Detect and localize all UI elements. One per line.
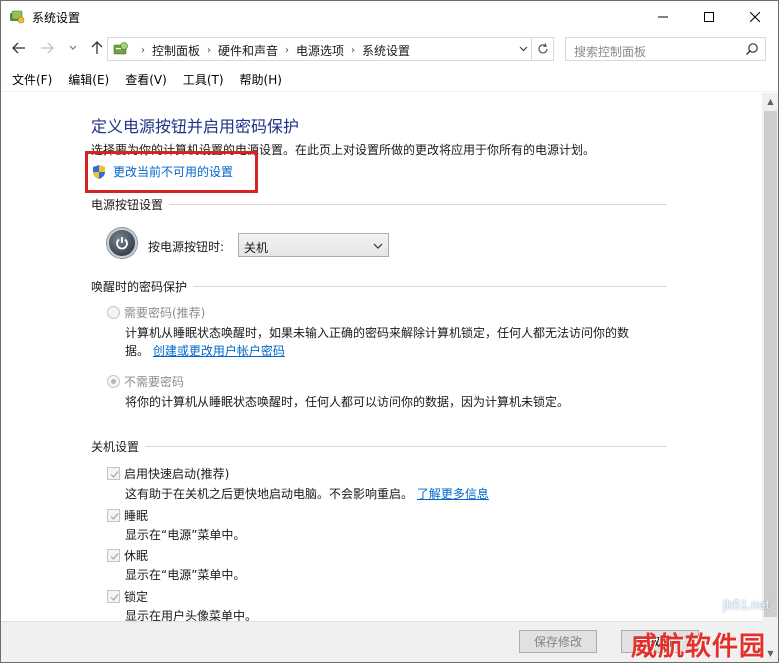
menu-help[interactable]: 帮助(H) — [234, 71, 288, 88]
address-dropdown-button[interactable] — [515, 41, 531, 57]
page-title: 定义电源按钮并启用密码保护 — [91, 117, 300, 136]
breadcrumb-system-settings[interactable]: 系统设置 — [362, 42, 410, 59]
brand-watermark: 威航软件园 — [631, 632, 767, 662]
up-button[interactable] — [87, 38, 107, 58]
arrow-left-icon — [12, 42, 25, 54]
menu-bar: 文件(F) 编辑(E) 查看(V) 工具(T) 帮助(H) — [1, 68, 778, 92]
chevron-down-icon — [69, 45, 77, 50]
chevron-right-icon[interactable]: › — [285, 45, 289, 56]
system-settings-window: 系统设置 › 控制面板 › 硬件和声音 › 电源选项 › 系统设置 搜索控制面板… — [0, 0, 779, 663]
shutdown-settings-group-label: 关机设置 — [91, 440, 140, 454]
breadcrumb-hardware-sound[interactable]: 硬件和声音 — [218, 42, 278, 59]
highlight-annotation — [85, 151, 258, 193]
hibernate-label: 休眠 — [124, 549, 149, 563]
close-icon — [750, 11, 760, 22]
lock-option: 锁定 — [107, 588, 148, 605]
power-button-group-label: 电源按钮设置 — [91, 198, 164, 212]
lock-checkbox — [107, 590, 120, 603]
maximize-button[interactable] — [686, 1, 732, 32]
menu-tools[interactable]: 工具(T) — [177, 71, 230, 88]
no-password-option: 不需要密码 — [107, 373, 184, 390]
breadcrumb-control-panel[interactable]: 控制面板 — [152, 42, 200, 59]
window-title: 系统设置 — [32, 11, 81, 25]
breadcrumb: › 控制面板 › 硬件和声音 › 电源选项 › 系统设置 — [134, 42, 410, 59]
group-divider — [193, 286, 667, 287]
chevron-right-icon: › — [141, 45, 145, 56]
refresh-button[interactable] — [531, 38, 554, 60]
power-button-icon — [107, 228, 137, 258]
sleep-desc: 显示在“电源”菜单中。 — [125, 528, 246, 542]
fast-startup-checkbox — [107, 467, 120, 480]
power-button-group-header: 电源按钮设置 — [91, 196, 667, 213]
require-password-label: 需要密码(推荐) — [124, 306, 206, 320]
scroll-up-button[interactable]: ▲ — [762, 93, 778, 110]
power-button-action-label: 按电源按钮时: — [148, 240, 225, 254]
fast-startup-option: 启用快速启动(推荐) — [107, 465, 229, 482]
search-icon[interactable] — [745, 42, 759, 56]
forward-button[interactable] — [37, 38, 57, 58]
control-panel-icon — [113, 42, 128, 55]
wake-password-group-label: 唤醒时的密码保护 — [91, 280, 188, 294]
minimize-icon — [658, 16, 668, 17]
no-password-radio — [107, 375, 120, 388]
fast-startup-desc: 这有助于在关机之后更快地启动电脑。不会影响重启。 了解更多信息 — [125, 485, 489, 502]
checkmark-icon — [110, 513, 119, 521]
power-symbol-icon — [116, 237, 128, 250]
fast-startup-desc-text: 这有助于在关机之后更快地启动电脑。不会影响重启。 — [125, 487, 414, 501]
hibernate-option: 休眠 — [107, 547, 148, 564]
search-box[interactable]: 搜索控制面板 — [565, 37, 766, 61]
hibernate-desc: 显示在“电源”菜单中。 — [125, 568, 246, 582]
no-password-desc: 将你的计算机从睡眠状态唤醒时，任何人都可以访问你的数据，因为计算机未锁定。 — [125, 395, 570, 409]
change-account-password-link[interactable]: 创建或更改用户帐户密码 — [153, 344, 285, 358]
menu-edit[interactable]: 编辑(E) — [62, 71, 115, 88]
chevron-right-icon[interactable]: › — [207, 45, 211, 56]
breadcrumb-power-options[interactable]: 电源选项 — [296, 42, 344, 59]
power-button-action-value: 关机 — [244, 241, 269, 255]
search-input[interactable]: 搜索控制面板 — [574, 43, 646, 60]
group-divider — [169, 204, 667, 205]
menu-view[interactable]: 查看(V) — [119, 71, 173, 88]
require-password-desc-prefix: 据。 — [125, 344, 150, 358]
sleep-label: 睡眠 — [124, 509, 149, 523]
require-password-desc-line1: 计算机从睡眠状态唤醒时，如果未输入正确的密码来解除计算机锁定，任何人都无法访问你… — [125, 326, 630, 340]
chevron-right-icon[interactable]: › — [351, 45, 355, 56]
no-password-label: 不需要密码 — [124, 375, 185, 389]
fast-startup-label: 启用快速启动(推荐) — [124, 467, 230, 481]
hibernate-checkbox — [107, 549, 120, 562]
power-options-icon — [10, 10, 25, 24]
checkmark-icon — [110, 594, 119, 602]
arrow-up-icon — [91, 41, 103, 54]
site-watermark: jb51.net — [723, 597, 770, 612]
sleep-checkbox — [107, 509, 120, 522]
menu-file[interactable]: 文件(F) — [6, 71, 58, 88]
maximize-icon — [704, 11, 714, 22]
title-bar: 系统设置 — [1, 1, 778, 32]
require-password-desc-line2: 据。 创建或更改用户帐户密码 — [125, 342, 285, 359]
learn-more-link[interactable]: 了解更多信息 — [417, 487, 489, 501]
save-changes-button[interactable]: 保存修改 — [519, 630, 597, 653]
checkmark-icon — [110, 553, 119, 561]
refresh-icon — [538, 43, 548, 54]
address-bar[interactable]: › 控制面板 › 硬件和声音 › 电源选项 › 系统设置 — [107, 37, 554, 61]
back-button[interactable] — [9, 38, 29, 58]
power-button-action-select[interactable]: 关机 — [238, 233, 389, 257]
main-content: 定义电源按钮并启用密码保护 选择要为你的计算机设置的电源设置。在此页上对设置所做… — [1, 93, 762, 662]
vertical-scrollbar[interactable]: ▲ ▼ — [762, 93, 778, 662]
require-password-option: 需要密码(推荐) — [107, 304, 205, 321]
sleep-option: 睡眠 — [107, 507, 148, 524]
group-divider — [145, 446, 667, 447]
lock-label: 锁定 — [124, 590, 149, 604]
recent-locations-button[interactable] — [63, 38, 83, 58]
checkmark-icon — [110, 471, 119, 479]
arrow-right-icon — [41, 42, 54, 54]
shutdown-settings-group-header: 关机设置 — [91, 438, 667, 455]
require-password-radio — [107, 306, 120, 319]
chevron-down-icon — [519, 46, 527, 52]
wake-password-group-header: 唤醒时的密码保护 — [91, 278, 667, 295]
chevron-down-icon — [373, 243, 383, 249]
close-button[interactable] — [732, 1, 778, 32]
navigation-bar: › 控制面板 › 硬件和声音 › 电源选项 › 系统设置 搜索控制面板 — [1, 32, 778, 65]
scrollbar-thumb[interactable] — [764, 111, 777, 617]
minimize-button[interactable] — [640, 1, 686, 32]
